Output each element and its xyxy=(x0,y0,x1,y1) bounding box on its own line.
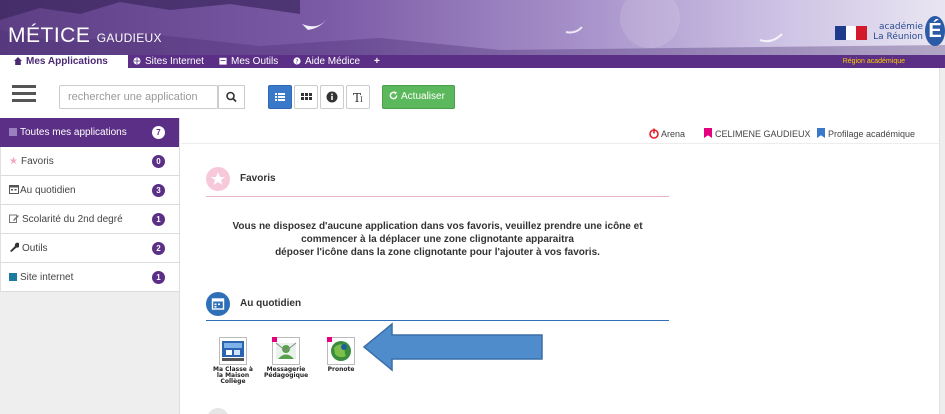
favoris-section-header: Favoris xyxy=(206,167,669,197)
list-icon xyxy=(275,93,285,101)
svg-text:?: ? xyxy=(295,57,298,65)
calendar-icon xyxy=(206,292,230,316)
academie-region: La Réunion xyxy=(873,32,923,42)
header-banner: MÉTICE GAUDIEUX académie La Réunion É xyxy=(0,0,945,55)
question-icon: ? xyxy=(293,57,301,65)
academie-e-logo: É xyxy=(925,16,945,46)
calendar-icon xyxy=(219,57,227,65)
app-logo[interactable]: MÉTICE GAUDIEUX xyxy=(8,24,162,48)
section-divider xyxy=(206,196,669,197)
section-title: Au quotidien xyxy=(240,298,302,309)
tab-sites-internet[interactable]: Sites Internet xyxy=(133,55,204,68)
count-badge: 7 xyxy=(152,126,165,139)
edit-icon xyxy=(9,214,19,223)
power-icon xyxy=(649,128,659,139)
divider xyxy=(181,143,939,144)
star-icon: ★ xyxy=(9,156,18,167)
sidebar-item-au-quotidien[interactable]: Au quotidien 3 xyxy=(0,176,179,205)
count-badge: 1 xyxy=(152,271,165,284)
sidebar-item-outils[interactable]: Outils 2 xyxy=(0,234,179,263)
quotidien-section-header: Au quotidien xyxy=(206,292,669,321)
academie-label: académie xyxy=(878,22,923,32)
home-icon xyxy=(14,57,22,65)
calendar-icon xyxy=(9,185,19,194)
classroom-icon xyxy=(219,337,247,365)
refresh-icon xyxy=(389,91,398,100)
region-label: Région académique xyxy=(842,58,905,65)
tab-aide-medice[interactable]: ? Aide Médice xyxy=(293,55,360,68)
refresh-button[interactable]: Actualiser xyxy=(382,85,455,109)
app-label: Messagerie Pédagogique xyxy=(264,366,309,379)
count-badge: 2 xyxy=(152,242,165,255)
star-icon xyxy=(206,167,230,191)
square-icon xyxy=(9,128,17,136)
bookmark-icon xyxy=(817,128,825,138)
info-button[interactable] xyxy=(320,85,344,109)
sidebar-item-all-apps[interactable]: Toutes mes applications 7 xyxy=(0,118,179,147)
grid-view-button[interactable] xyxy=(294,85,318,109)
profile-link[interactable]: Profilage académique xyxy=(817,128,915,139)
list-view-button[interactable] xyxy=(268,85,292,109)
next-section-icon xyxy=(207,408,229,414)
tab-mes-outils[interactable]: Mes Outils xyxy=(219,55,278,68)
globe-icon xyxy=(133,57,141,65)
app-label: Pronote xyxy=(327,366,355,373)
sidebar-item-site-internet[interactable]: Site internet 1 xyxy=(0,263,179,292)
top-navigation: Mes Applications Sites Internet Mes Outi… xyxy=(0,55,945,68)
tab-mes-applications[interactable]: Mes Applications xyxy=(0,55,128,68)
search-button[interactable] xyxy=(218,85,245,109)
bookmark-icon xyxy=(704,128,712,138)
section-divider xyxy=(206,320,669,321)
wrench-icon xyxy=(10,242,20,252)
user-link[interactable]: CELIMENE GAUDIEUX xyxy=(704,128,811,139)
app-tile-ma-classe[interactable]: Ma Classe à la Maison Collège xyxy=(211,337,255,385)
text-size-button[interactable]: TI xyxy=(346,85,370,109)
annotation-arrow xyxy=(362,322,543,372)
tab-add[interactable]: + xyxy=(374,55,380,68)
page-scrollbar[interactable] xyxy=(939,68,945,414)
app-label: Ma Classe à la Maison Collège xyxy=(213,366,253,385)
info-icon xyxy=(326,91,338,103)
section-title: Favoris xyxy=(240,173,276,184)
app-tile-messagerie[interactable]: Messagerie Pédagogique xyxy=(264,337,308,379)
square-icon xyxy=(9,273,17,281)
grid-icon xyxy=(301,93,312,100)
count-badge: 1 xyxy=(152,213,165,226)
sidebar: Toutes mes applications 7 ★ Favoris 0 Au … xyxy=(0,118,180,414)
menu-toggle-icon[interactable] xyxy=(12,85,36,103)
search-input[interactable] xyxy=(59,85,218,109)
favoris-empty-message: Vous ne disposez d'aucune application da… xyxy=(232,221,643,258)
sidebar-item-favoris[interactable]: ★ Favoris 0 xyxy=(0,147,179,176)
messaging-icon xyxy=(272,337,300,365)
count-badge: 3 xyxy=(152,184,165,197)
arena-link[interactable]: Arena xyxy=(649,128,685,139)
pronote-icon xyxy=(327,337,355,365)
toolbar: TI Actualiser xyxy=(0,68,945,118)
french-flag-icon xyxy=(835,26,868,40)
academie-logo: académie La Réunion É xyxy=(835,14,945,54)
sidebar-item-scolarite[interactable]: Scolarité du 2nd degré 1 xyxy=(0,205,179,234)
svg-text:I: I xyxy=(360,96,363,104)
app-tile-pronote[interactable]: Pronote xyxy=(319,337,363,373)
count-badge: 0 xyxy=(152,155,165,168)
search-icon xyxy=(226,91,237,103)
text-size-icon: TI xyxy=(353,91,363,105)
